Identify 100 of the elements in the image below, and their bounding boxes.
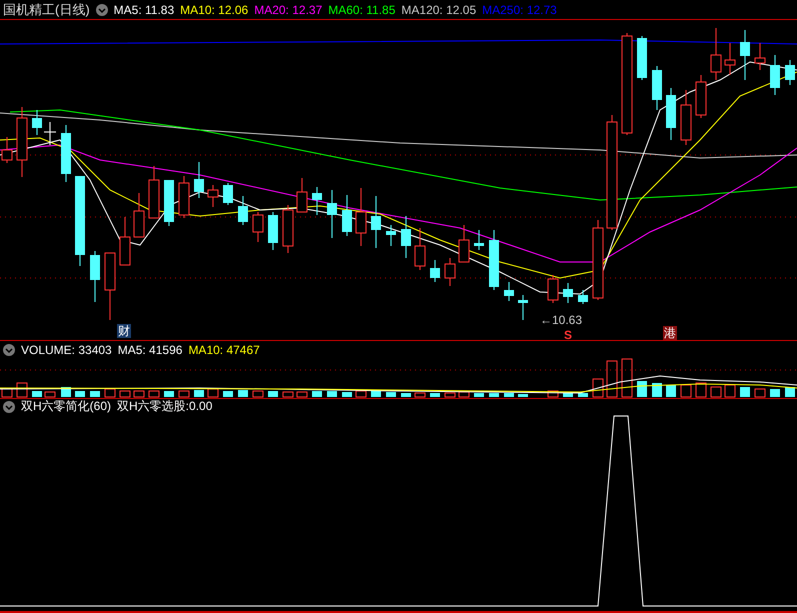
volume-bar — [666, 385, 676, 397]
volume-bar — [75, 391, 85, 397]
candlestick — [710, 28, 722, 80]
candlestick — [268, 212, 278, 250]
volume-bar — [458, 392, 470, 398]
volume-bar — [652, 383, 662, 397]
volume-bar — [504, 393, 514, 397]
volume-bar — [680, 384, 692, 398]
volume-bar — [104, 388, 116, 398]
indicator-value: MA60: 11.85 — [328, 2, 396, 16]
indicator-value: MA120: 12.05 — [401, 2, 476, 16]
indicator-value: MA5: 11.83 — [114, 2, 174, 16]
candlestick — [44, 122, 56, 146]
candlestick — [312, 186, 322, 216]
volume-bar — [578, 393, 588, 397]
volume-bar — [44, 392, 56, 398]
candlestick — [148, 166, 160, 218]
candlestick — [32, 110, 42, 136]
volume-bar — [696, 382, 706, 398]
candlestick — [414, 228, 426, 270]
candlestick — [208, 184, 218, 208]
candlestick — [371, 196, 381, 248]
volume-bar — [282, 392, 294, 398]
volume-bar — [238, 390, 248, 397]
indicator-value: VOLUME: 33403 — [21, 342, 112, 356]
candlestick — [296, 178, 308, 212]
indicator-value: MA20: 12.37 — [254, 2, 322, 16]
volume-bar — [61, 387, 71, 397]
volume-bar — [2, 388, 12, 398]
chevron-down-icon[interactable] — [3, 400, 15, 412]
candlestick — [327, 190, 337, 238]
volume-bar — [90, 391, 100, 397]
candlestick — [785, 60, 795, 86]
candlestick — [563, 282, 573, 304]
candlestick — [489, 230, 499, 290]
volume-bar — [120, 390, 130, 398]
volume-bar — [32, 391, 42, 397]
volume-bar — [401, 393, 411, 397]
volume-bar — [563, 393, 573, 397]
candlestick — [120, 216, 130, 266]
candlestick — [164, 180, 174, 226]
candlestick — [652, 66, 662, 110]
candlestick — [134, 192, 144, 238]
candlestick — [16, 106, 28, 178]
volume-bar — [489, 393, 499, 397]
candlestick — [444, 258, 456, 286]
candlestick — [282, 204, 294, 254]
candlestick — [724, 42, 736, 76]
candlestick — [90, 250, 100, 302]
volume-bar — [208, 388, 218, 398]
chart-marker[interactable]: 港 — [663, 326, 677, 340]
volume-bar — [252, 390, 264, 398]
volume-bar — [194, 390, 204, 397]
volume-bar — [622, 358, 632, 398]
candlestick — [61, 124, 71, 182]
candlestick — [637, 36, 647, 80]
candlestick — [356, 188, 366, 246]
indicator-value: MA10: 47467 — [188, 342, 260, 356]
chart-marker[interactable]: 财 — [117, 324, 131, 338]
volume-bar — [312, 391, 322, 397]
volume-bar — [592, 378, 604, 398]
candlestick — [252, 212, 264, 242]
candlestick — [104, 252, 116, 320]
volume-bar — [518, 394, 528, 397]
volume-bar — [770, 389, 780, 397]
indicator-value: 双H六零简化(60) — [21, 398, 112, 415]
candlestick — [401, 216, 411, 258]
candlestick — [680, 90, 692, 146]
candlestick — [518, 294, 528, 320]
chart-title: 国机精工(日线) — [3, 0, 90, 18]
chart-marker[interactable]: S — [563, 328, 574, 342]
volume-bar — [178, 390, 190, 398]
chevron-down-icon[interactable] — [96, 4, 108, 16]
volume-bar — [386, 392, 396, 397]
volume-bar — [16, 382, 28, 398]
volume-bar — [430, 393, 440, 397]
volume-bar — [296, 392, 308, 398]
candlestick — [770, 54, 780, 96]
candlestick — [666, 88, 676, 140]
candlestick — [548, 274, 558, 304]
volume-bar — [724, 384, 736, 398]
indicator-value: 双H六零选股:0.00 — [117, 398, 212, 415]
candlestick — [386, 224, 396, 246]
volume-bar — [342, 392, 352, 397]
volume-bar — [785, 387, 795, 397]
indicator-value: MA250: 12.73 — [482, 2, 557, 16]
volume-bar — [606, 360, 618, 398]
volume-bar — [134, 390, 144, 398]
candlestick — [696, 74, 706, 118]
low-price-label: ←10.63 — [540, 313, 582, 327]
volume-bar — [740, 387, 750, 397]
volume-bar — [414, 392, 426, 398]
volume-bar — [148, 390, 160, 398]
candlestick — [178, 176, 190, 218]
indicator-value: MA5: 41596 — [118, 342, 182, 356]
volume-bar — [754, 388, 766, 398]
volume-bar — [371, 391, 381, 397]
candlestick — [238, 196, 248, 226]
chevron-down-icon[interactable] — [3, 344, 15, 356]
candlestick — [578, 290, 588, 304]
